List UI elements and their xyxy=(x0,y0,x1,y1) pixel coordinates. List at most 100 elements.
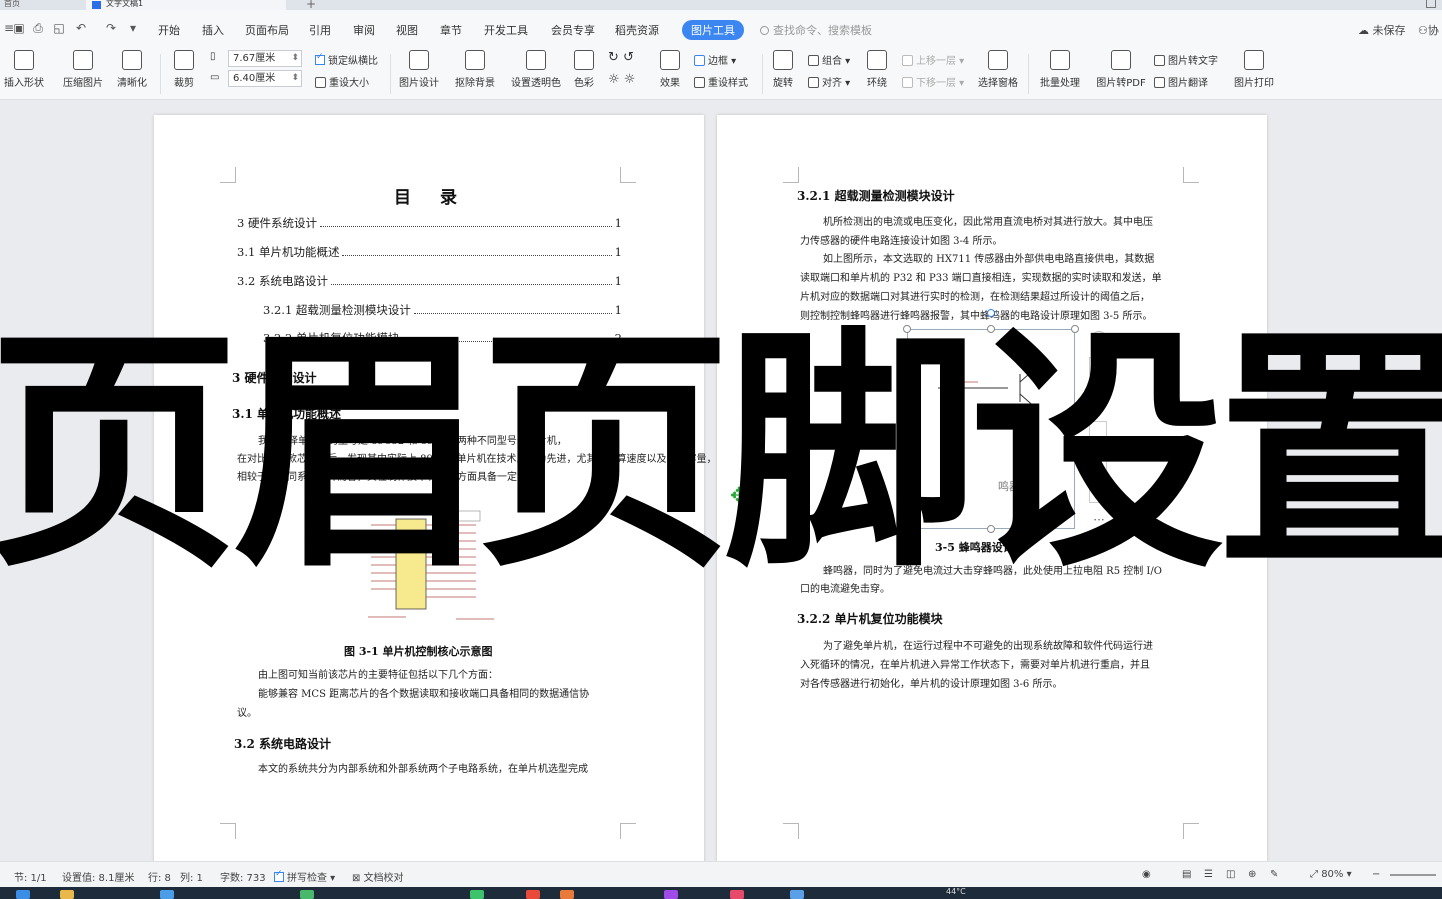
paragraph: 对各传感器进行初始化，单片机的设计原理如图 3-6 所示。 xyxy=(800,679,1063,690)
paragraph: 入死循环的情况，在单片机进入异常工作状态下，需要对单片机进行重启，并且 xyxy=(800,660,1150,671)
width-input[interactable]: 7.67厘米 xyxy=(228,50,302,67)
undo-icon[interactable]: ↶ xyxy=(74,21,88,35)
toc-entry[interactable]: 3 硬件系统设计 1 xyxy=(237,215,622,231)
zoom-slider[interactable] xyxy=(1390,874,1436,876)
batch-button[interactable]: 批量处理 xyxy=(1034,50,1086,89)
align-icon xyxy=(808,77,819,88)
menu-view[interactable]: 视图 xyxy=(396,22,418,38)
picture-design-button[interactable]: 图片设计 xyxy=(396,50,442,89)
transparent-icon xyxy=(526,50,546,70)
lock-ratio-checkbox[interactable]: 锁定纵横比 xyxy=(315,52,378,67)
effect-button[interactable]: 效果 xyxy=(654,50,686,89)
translate-button[interactable]: 图片翻译 xyxy=(1154,74,1208,89)
menu-devtools[interactable]: 开发工具 xyxy=(484,22,528,38)
unsaved-status[interactable]: ☁ 未保存 xyxy=(1358,22,1406,38)
brightness-icon[interactable]: ☼ ☼ xyxy=(608,72,635,87)
menu-insert[interactable]: 插入 xyxy=(202,22,224,38)
print-icon[interactable]: ⎙ xyxy=(31,21,45,35)
reset-size-button[interactable]: 重设大小 xyxy=(315,74,369,89)
save-icon[interactable]: ▣ xyxy=(12,21,26,35)
print-picture-button[interactable]: 图片打印 xyxy=(1230,50,1278,89)
setting-value[interactable]: 设置值: 8.1厘米 xyxy=(62,869,134,884)
status-bar: 节: 1/1 设置值: 8.1厘米 行: 8 列: 1 字数: 733 拼写检查… xyxy=(0,861,1442,887)
selection-pane-button[interactable]: 选择窗格 xyxy=(974,50,1022,89)
checkbox-checked-icon xyxy=(315,52,325,65)
app-icon[interactable] xyxy=(790,890,804,899)
sharpen-button[interactable]: 清晰化 xyxy=(110,50,154,89)
app-icon[interactable] xyxy=(160,890,174,899)
proofread-button[interactable]: ⊠ 文档校对 xyxy=(352,869,404,884)
divider xyxy=(390,54,391,94)
explorer-icon[interactable] xyxy=(60,890,74,899)
group-button[interactable]: 组合 ▾ xyxy=(808,52,850,67)
menu-start[interactable]: 开始 xyxy=(158,22,180,38)
menu-picture-tools[interactable]: 图片工具 xyxy=(682,20,744,40)
preview-icon[interactable]: ◱ xyxy=(52,21,66,35)
compress-icon xyxy=(73,50,93,70)
toc-entry[interactable]: 3.2 系统电路设计 1 xyxy=(237,273,622,289)
menu-review[interactable]: 审阅 xyxy=(353,22,375,38)
word-count[interactable]: 字数: 733 xyxy=(220,869,266,884)
eye-protection-icon[interactable]: ◉ xyxy=(1142,869,1151,880)
app-icon[interactable] xyxy=(664,890,678,899)
rotate-left-icon[interactable]: ↻ ↺ xyxy=(608,50,634,65)
rotate-button[interactable]: 旋转 xyxy=(768,50,798,89)
reset-style-button[interactable]: 重设样式 xyxy=(694,74,748,89)
zoom-out-icon[interactable]: − xyxy=(1372,869,1380,880)
app-icon[interactable] xyxy=(470,890,484,899)
crop-button[interactable]: 裁剪 xyxy=(166,50,202,89)
spell-check-button[interactable]: 拼写检查 ▾ xyxy=(274,869,335,884)
set-transparent-button[interactable]: 设置透明色 xyxy=(508,50,564,89)
remove-background-button[interactable]: 抠除背景 xyxy=(448,50,502,89)
margin-corner xyxy=(1183,823,1199,839)
search-icon xyxy=(760,26,769,35)
height-input[interactable]: 6.40厘米 xyxy=(228,70,302,87)
page-view-icon[interactable]: ▤ xyxy=(1182,869,1191,880)
menu-member[interactable]: 会员专享 xyxy=(551,22,595,38)
toc-entry[interactable]: 3.1 单片机功能概述 1 xyxy=(237,244,622,260)
paragraph: 本文的系统共分为内部系统和外部系统两个子电路系统，在单片机选型完成 xyxy=(258,764,588,775)
paragraph: 如上图所示，本文选取的 HX711 传感器由外部供电电路直接供电，其数据 xyxy=(823,254,1155,265)
collaborate-button[interactable]: ⚇协 xyxy=(1418,22,1439,38)
video-title-overlay: 页眉页脚设置 xyxy=(0,305,1442,601)
divider xyxy=(160,54,161,94)
menu-chapter[interactable]: 章节 xyxy=(440,22,462,38)
app-icon[interactable] xyxy=(730,890,744,899)
wrap-button[interactable]: 环绕 xyxy=(860,50,894,89)
app-icon[interactable] xyxy=(526,890,540,899)
more-icon[interactable]: ▾ xyxy=(126,21,140,35)
reading-view-icon[interactable]: ◫ xyxy=(1226,869,1235,880)
color-button[interactable]: 色彩 xyxy=(568,50,600,89)
outline-view-icon[interactable]: ☰ xyxy=(1204,869,1213,880)
command-search[interactable]: 查找命令、搜索模板 xyxy=(760,22,872,38)
paragraph: 由上图可知当前该芯片的主要特征包括以下几个方面： xyxy=(258,670,498,681)
to-pdf-button[interactable]: 图片转PDF xyxy=(1094,50,1148,89)
app-icon[interactable] xyxy=(300,890,314,899)
tab-document[interactable]: 文字文稿1 xyxy=(86,0,286,10)
toc-title: 目 录 xyxy=(394,188,463,208)
wrap-icon xyxy=(867,50,887,70)
insert-shape-button[interactable]: 插入形状 xyxy=(0,50,48,89)
menu-resources[interactable]: 稻壳资源 xyxy=(615,22,659,38)
web-view-icon[interactable]: ⊕ xyxy=(1248,869,1256,880)
zoom-level[interactable]: ⤢ 80% ▾ xyxy=(1310,869,1352,880)
border-icon xyxy=(694,55,705,66)
tab-home[interactable]: 首页 xyxy=(0,0,80,10)
menu-layout[interactable]: 页面布局 xyxy=(245,22,289,38)
temperature: 44°C xyxy=(946,887,966,896)
edit-view-icon[interactable]: ✎ xyxy=(1270,869,1278,880)
to-text-button[interactable]: 图片转文字 xyxy=(1154,52,1218,67)
align-button[interactable]: 对齐 ▾ xyxy=(808,74,850,89)
bring-forward-button[interactable]: 上移一层 ▾ xyxy=(902,52,964,67)
start-icon[interactable] xyxy=(16,890,30,899)
figure-caption: 图 3-1 单片机控制核心示意图 xyxy=(344,645,493,658)
border-button[interactable]: 边框 ▾ xyxy=(694,52,736,67)
window-restore-icon[interactable] xyxy=(1426,0,1436,8)
menu-reference[interactable]: 引用 xyxy=(309,22,331,38)
send-backward-button[interactable]: 下移一层 ▾ xyxy=(902,74,964,89)
section-indicator[interactable]: 节: 1/1 xyxy=(14,869,47,884)
app-icon[interactable] xyxy=(560,890,574,899)
remove-background-icon xyxy=(465,50,485,70)
compress-button[interactable]: 压缩图片 xyxy=(60,50,106,89)
redo-icon[interactable]: ↷ xyxy=(104,21,118,35)
